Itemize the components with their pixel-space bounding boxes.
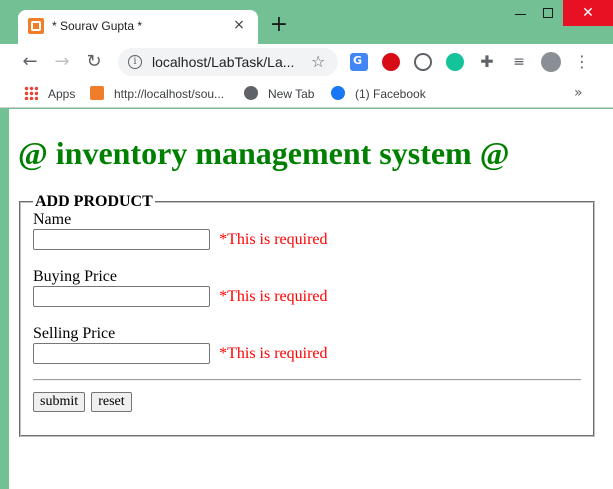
selling-price-input[interactable]	[33, 343, 210, 364]
buying-price-field-group: Buying Price *This is required	[33, 268, 581, 325]
maximize-button[interactable]	[534, 0, 564, 26]
page-title: @ inventory management system @	[18, 135, 510, 171]
fieldset-legend: ADD PRODUCT	[35, 193, 153, 210]
selling-price-required-error: *This is required	[219, 344, 328, 362]
tab-strip: * Sourav Gupta * × + ✕	[0, 0, 613, 44]
back-arrow-icon[interactable]: ←	[18, 50, 42, 74]
reload-icon[interactable]: ↻	[82, 50, 106, 74]
xampp-favicon-icon	[90, 86, 104, 100]
add-product-fieldset: ADD PRODUCT Name *This is required Buyin…	[19, 193, 595, 437]
submit-button[interactable]: submit	[33, 392, 86, 412]
name-required-error: *This is required	[219, 230, 328, 248]
browser-menu-icon[interactable]: ⋮	[574, 51, 590, 73]
bookmark-apps[interactable]: Apps	[24, 86, 75, 102]
url-text: localhost/LabTask/La...	[152, 54, 295, 70]
bookmark-label: (1) Facebook	[355, 87, 426, 101]
browser-window: * Sourav Gupta * × + ✕ ← → ↻ i localhost…	[0, 0, 613, 489]
new-tab-button[interactable]: +	[268, 14, 290, 36]
bookmark-localhost[interactable]: http://localhost/sou...	[90, 86, 224, 102]
bookmark-new-tab[interactable]: New Tab	[244, 86, 314, 102]
selling-price-field-group: Selling Price *This is required	[33, 325, 581, 382]
browser-tab[interactable]: * Sourav Gupta * ×	[18, 10, 258, 44]
minimize-icon	[515, 14, 526, 15]
media-control-icon[interactable]: ≡	[510, 53, 528, 71]
extensions-puzzle-icon[interactable]: ✚	[478, 53, 496, 71]
adblock-extension-icon[interactable]	[382, 53, 400, 71]
name-field-group: Name *This is required	[33, 211, 581, 268]
browser-toolbar: ← → ↻ i localhost/LabTask/La... ☆ ✚ ≡ ⋮	[0, 44, 613, 80]
translate-extension-icon[interactable]	[350, 53, 368, 71]
buying-price-label: Buying Price	[33, 268, 117, 285]
forward-arrow-icon[interactable]: →	[50, 50, 74, 74]
selling-price-label: Selling Price	[33, 325, 116, 342]
info-icon[interactable]: i	[128, 55, 142, 69]
bookmark-label: http://localhost/sou...	[114, 87, 225, 101]
buying-price-required-error: *This is required	[219, 287, 328, 305]
bookmark-star-icon[interactable]: ☆	[311, 52, 325, 71]
bookmarks-bar: Apps http://localhost/sou... New Tab (1)…	[0, 80, 613, 108]
minimize-button[interactable]	[506, 0, 536, 26]
tab-close-icon[interactable]: ×	[230, 16, 248, 34]
name-label: Name	[33, 211, 72, 228]
xampp-favicon-icon	[28, 18, 44, 34]
facebook-icon	[331, 86, 345, 100]
page-content: @ inventory management system @ ADD PROD…	[9, 109, 613, 489]
reset-button[interactable]: reset	[91, 392, 132, 412]
bookmark-facebook[interactable]: (1) Facebook	[331, 86, 426, 102]
grammarly-extension-icon[interactable]	[446, 53, 464, 71]
bookmark-label: New Tab	[268, 87, 315, 101]
apps-grid-icon	[24, 86, 38, 100]
close-window-button[interactable]: ✕	[563, 0, 613, 26]
tab-title: * Sourav Gupta *	[52, 19, 143, 33]
address-bar[interactable]: i localhost/LabTask/La... ☆	[118, 48, 338, 76]
speedometer-extension-icon[interactable]	[414, 53, 432, 71]
profile-avatar[interactable]	[541, 52, 561, 72]
name-input[interactable]	[33, 229, 210, 250]
maximize-icon	[543, 8, 553, 18]
bookmark-label: Apps	[48, 87, 76, 101]
buying-price-input[interactable]	[33, 286, 210, 307]
globe-icon	[244, 86, 258, 100]
bookmarks-overflow-icon[interactable]: »	[574, 85, 583, 101]
